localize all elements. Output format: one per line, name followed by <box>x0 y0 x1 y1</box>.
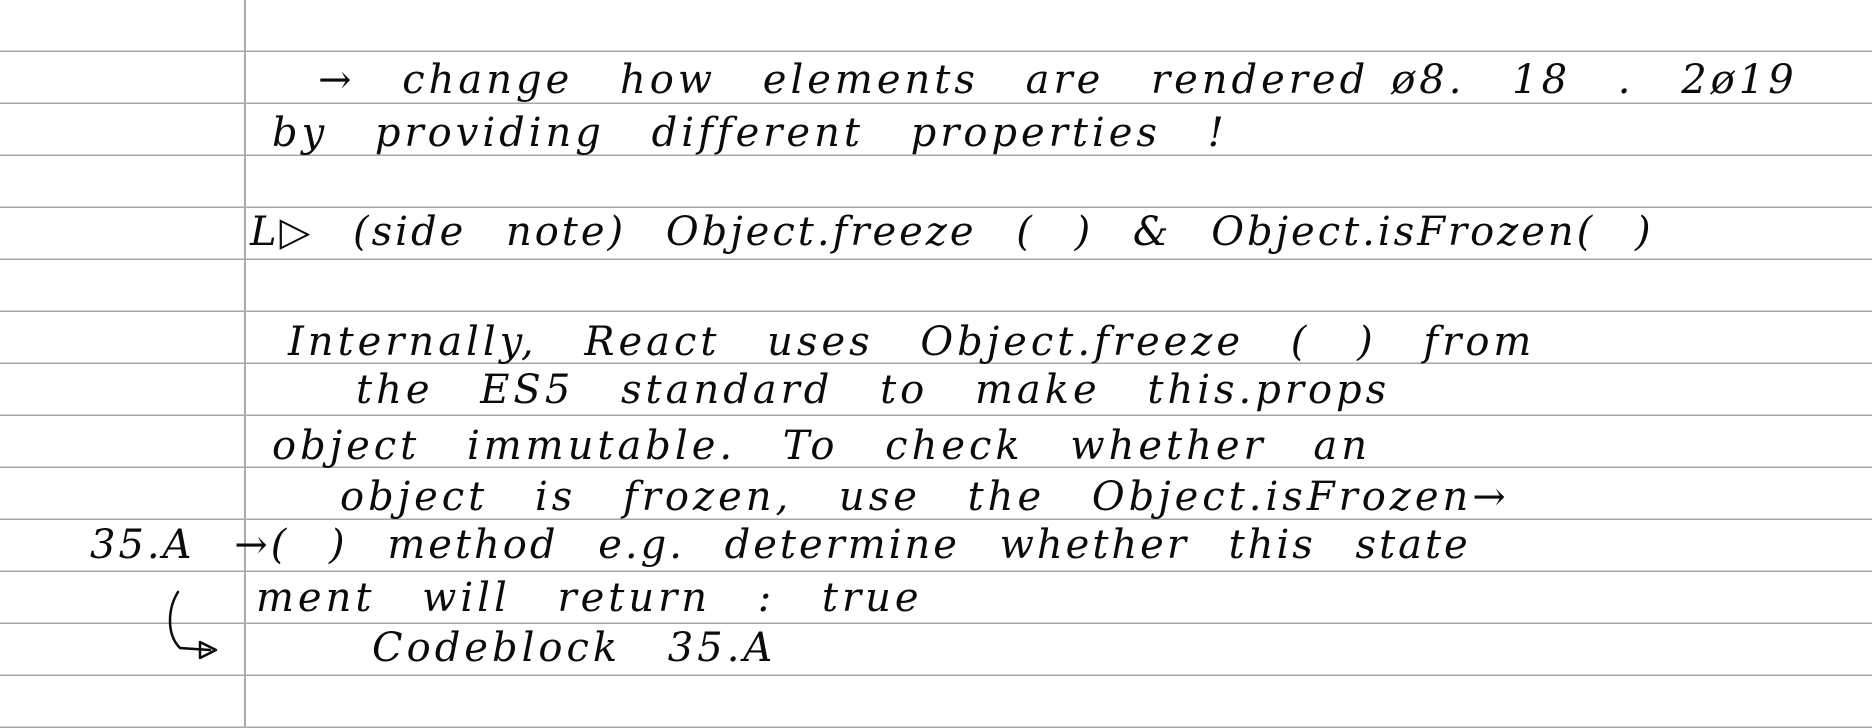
note-line-6: object immutable. To check whether an <box>272 423 1371 469</box>
note-date: ø8. 18 . 2ø19 <box>1391 57 1798 103</box>
note-line-4: Internally, React uses Object.freeze ( )… <box>288 319 1536 365</box>
note-text: → change how elements are rendered <box>318 57 1370 103</box>
note-line-3: L▷ (side note) Object.freeze ( ) & Objec… <box>250 209 1654 255</box>
note-line-7: object is frozen, use the Object.isFroze… <box>340 474 1510 520</box>
note-line-1: → change how elements are rendered ø8. 18… <box>318 60 1798 100</box>
note-line-5: the ES5 standard to make this.props <box>356 367 1391 413</box>
note-line-8: 35.A →( ) method e.g. determine whether … <box>90 522 1471 568</box>
note-line-9: ment will return : true <box>256 575 923 621</box>
note-line-2: by providing different properties ! <box>272 110 1228 156</box>
notebook-page: → change how elements are rendered ø8. 18… <box>0 0 1872 728</box>
hook-arrow-icon <box>168 590 218 660</box>
note-line-10: Codeblock 35.A <box>372 625 777 671</box>
margin-line <box>244 0 246 728</box>
